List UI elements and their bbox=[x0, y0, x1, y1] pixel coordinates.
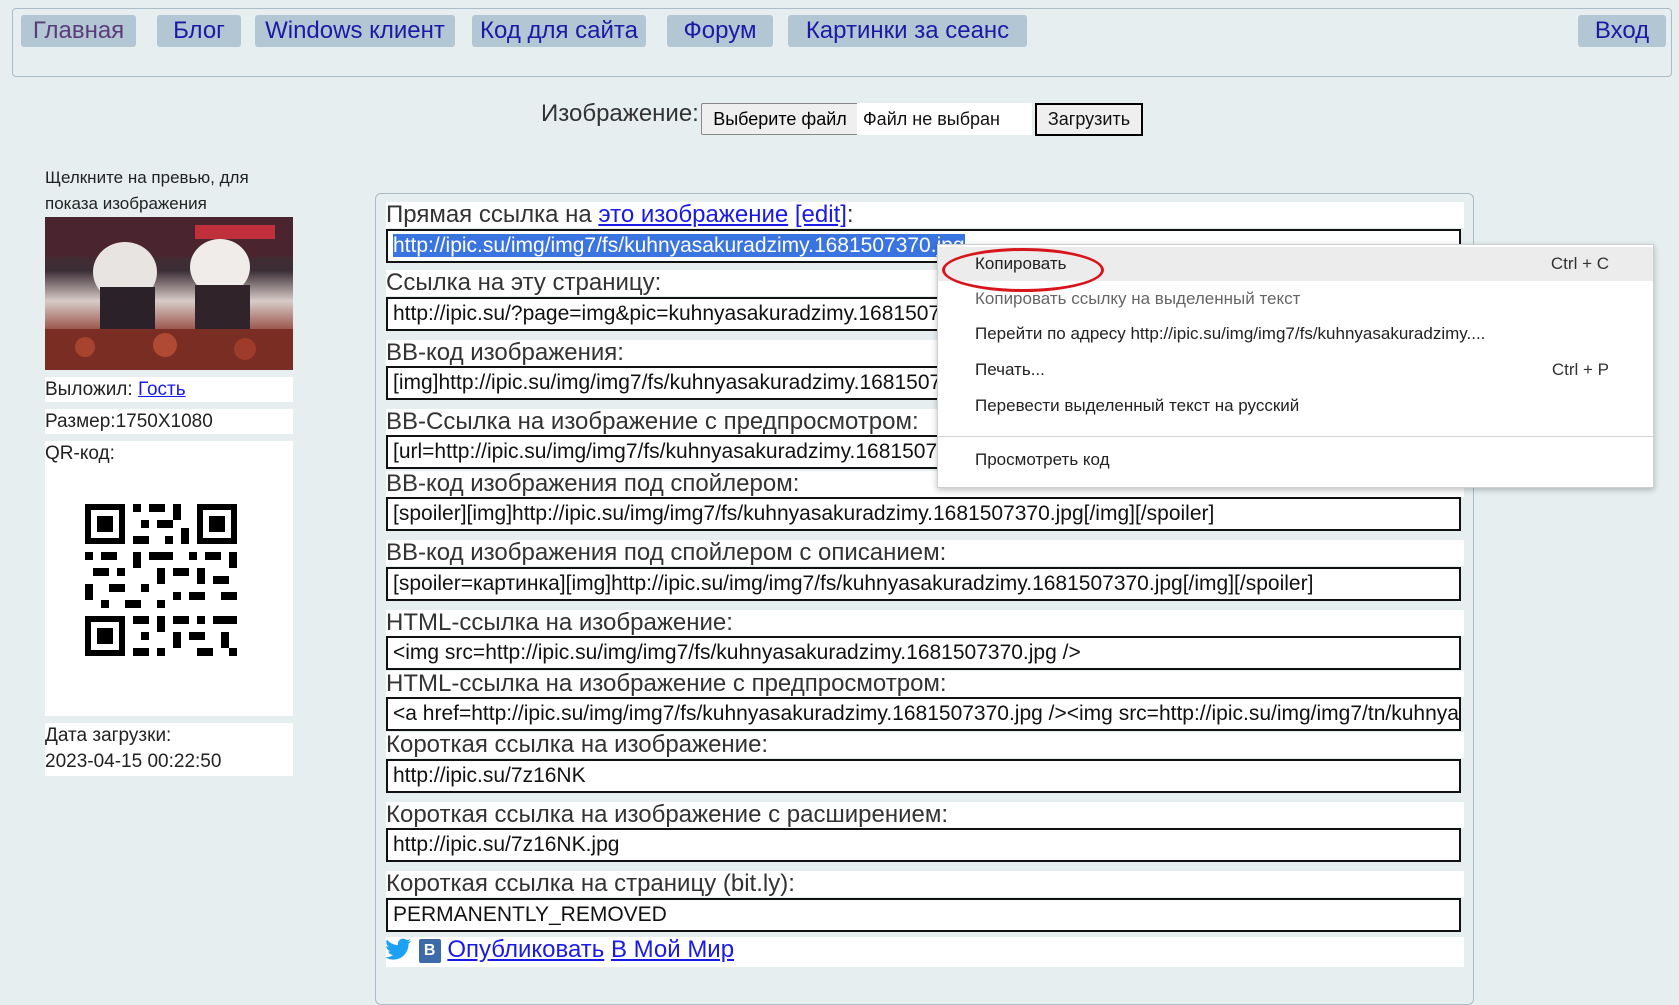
field-label: Короткая ссылка на изображение с расшире… bbox=[386, 802, 1464, 828]
inspect-label: Просмотреть код bbox=[975, 450, 1110, 469]
nav-pictures-button[interactable]: Картинки за сеанс bbox=[788, 15, 1027, 47]
uploader-link[interactable]: Гость bbox=[138, 379, 186, 400]
image-size: Размер:1750X1080 bbox=[45, 409, 293, 434]
copy-label: Копировать bbox=[975, 254, 1067, 273]
copy-link-label: Копировать ссылку на выделенный текст bbox=[975, 289, 1301, 308]
field-label: BB-код изображения под спойлером с описа… bbox=[386, 540, 1464, 566]
context-menu-translate[interactable]: Перевести выделенный текст на русский bbox=[938, 389, 1653, 423]
context-menu-copy-link[interactable]: Копировать ссылку на выделенный текст bbox=[938, 282, 1653, 316]
nav-windows-client-button[interactable]: Windows клиент bbox=[255, 15, 455, 47]
nav-home-button[interactable]: Главная bbox=[21, 15, 136, 47]
upload-date-section: Дата загрузки: 2023-04-15 00:22:50 bbox=[45, 723, 293, 776]
vk-icon[interactable]: B bbox=[418, 939, 441, 963]
context-menu: Копировать Ctrl + C Копировать ссылку на… bbox=[937, 244, 1654, 488]
direct-link-label: Прямая ссылка на это изображение [edit]: bbox=[386, 202, 1464, 228]
context-menu-copy[interactable]: Копировать Ctrl + C bbox=[938, 247, 1653, 281]
field-label: Короткая ссылка на страницу (bit.ly): bbox=[386, 871, 1464, 897]
context-menu-goto[interactable]: Перейти по адресу http://ipic.su/img/img… bbox=[938, 317, 1653, 351]
short-link-ext-field[interactable]: http://ipic.su/7z16NK.jpg bbox=[386, 828, 1461, 862]
print-label: Печать... bbox=[975, 360, 1045, 379]
image-info-sidebar: Щелкните на превью, для показа изображен… bbox=[45, 165, 293, 776]
direct-link-colon: : bbox=[846, 201, 854, 228]
selected-text: http://ipic.su/img/img7/fs/kuhnyasakurad… bbox=[393, 234, 965, 257]
nav-site-code-button[interactable]: Код для сайта bbox=[472, 15, 646, 47]
html-preview-link-field[interactable]: <a href=http://ipic.su/img/img7/fs/kuhny… bbox=[386, 697, 1461, 731]
share-row: B Опубликовать В Мой Мир bbox=[385, 936, 1464, 967]
qr-section: QR-код: bbox=[45, 441, 293, 716]
print-shortcut: Ctrl + P bbox=[1551, 360, 1609, 379]
short-link-field[interactable]: http://ipic.su/7z16NK bbox=[386, 759, 1461, 793]
preview-illustration bbox=[45, 217, 293, 370]
field-label: HTML-ссылка на изображение: bbox=[386, 610, 1464, 636]
nav-forum-button[interactable]: Форум bbox=[667, 15, 773, 47]
uploader-label: Выложил: bbox=[45, 379, 133, 400]
edit-link[interactable]: [edit] bbox=[795, 201, 847, 228]
field-label: HTML-ссылка на изображение с предпросмот… bbox=[386, 671, 1464, 697]
bitly-link-field[interactable]: PERMANENTLY_REMOVED bbox=[386, 898, 1461, 932]
publish-link[interactable]: Опубликовать bbox=[447, 936, 604, 963]
context-menu-separator bbox=[938, 436, 1653, 437]
upload-date-label: Дата загрузки: bbox=[45, 725, 172, 746]
qr-label: QR-код: bbox=[45, 443, 115, 464]
top-nav: Главная Блог Windows клиент Код для сайт… bbox=[12, 8, 1672, 77]
goto-label: Перейти по адресу http://ipic.su/img/img… bbox=[975, 324, 1486, 343]
context-menu-print[interactable]: Печать... Ctrl + P bbox=[938, 353, 1653, 387]
file-status-text: Файл не выбран bbox=[857, 103, 1032, 135]
upload-button[interactable]: Загрузить bbox=[1035, 103, 1143, 136]
my-world-link[interactable]: В Мой Мир bbox=[611, 936, 734, 963]
context-menu-inspect[interactable]: Просмотреть код bbox=[938, 443, 1653, 477]
twitter-icon[interactable] bbox=[385, 938, 412, 960]
bb-spoiler-field[interactable]: [spoiler][img]http://ipic.su/img/img7/fs… bbox=[386, 497, 1461, 531]
nav-blog-button[interactable]: Блог bbox=[157, 15, 241, 47]
translate-label: Перевести выделенный текст на русский bbox=[975, 396, 1300, 415]
this-image-link[interactable]: это изображение bbox=[598, 201, 788, 228]
choose-file-button[interactable]: Выберите файл bbox=[701, 103, 859, 135]
direct-link-prefix: Прямая ссылка на bbox=[386, 201, 592, 228]
field-label: Короткая ссылка на изображение: bbox=[386, 732, 1464, 758]
upload-date-value: 2023-04-15 00:22:50 bbox=[45, 751, 222, 772]
nav-login-button[interactable]: Вход bbox=[1578, 15, 1666, 47]
image-preview-thumbnail[interactable] bbox=[45, 217, 293, 370]
bb-spoiler-desc-field[interactable]: [spoiler=картинка][img]http://ipic.su/im… bbox=[386, 567, 1461, 601]
copy-shortcut: Ctrl + C bbox=[1550, 254, 1609, 273]
upload-label: Изображение: bbox=[541, 100, 699, 127]
html-link-field[interactable]: <img src=http://ipic.su/img/img7/fs/kuhn… bbox=[386, 636, 1461, 670]
preview-hint: Щелкните на превью, для показа изображен… bbox=[45, 168, 249, 213]
uploader-row: Выложил: Гость bbox=[45, 377, 293, 402]
qr-code-icon bbox=[85, 504, 237, 656]
